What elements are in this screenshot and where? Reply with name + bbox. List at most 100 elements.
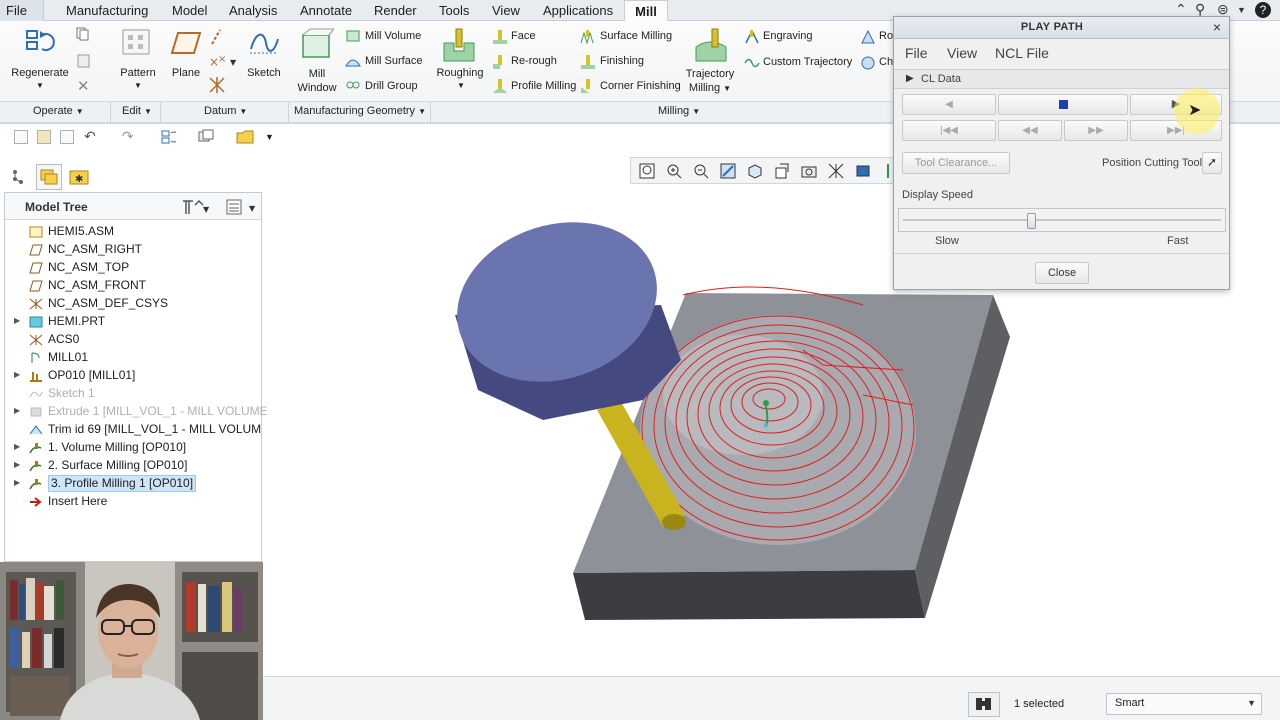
tab-model[interactable]: Model	[166, 0, 213, 21]
help-icon[interactable]: ?	[1255, 2, 1271, 18]
plane-button[interactable]: Plane	[164, 67, 208, 79]
refit-icon[interactable]	[639, 163, 655, 179]
close-button[interactable]: Close	[1035, 262, 1089, 284]
chevron-down-icon[interactable]: ▼	[1247, 698, 1256, 708]
ro-button[interactable]: Ro	[879, 30, 893, 42]
ro-icon[interactable]	[860, 29, 876, 48]
expand-arrow-icon[interactable]: ▶	[14, 402, 20, 420]
pattern-icon[interactable]	[121, 28, 151, 59]
play-backward-button[interactable]: ◀	[902, 94, 996, 115]
surface-milling-button[interactable]: Surface Milling	[600, 30, 672, 42]
mill-volume-button[interactable]: Mill Volume	[365, 30, 421, 42]
copy-icon[interactable]	[76, 27, 90, 44]
face-milling-icon[interactable]	[492, 29, 508, 48]
model-tree-tab[interactable]	[6, 164, 32, 190]
folder-browser-tab[interactable]	[36, 164, 62, 190]
surface-milling-icon[interactable]	[580, 29, 596, 48]
undo-icon[interactable]: ↶	[84, 128, 96, 145]
mill-window-icon[interactable]	[300, 27, 336, 66]
expand-arrow-icon[interactable]: ▶	[14, 456, 20, 474]
new-file-icon[interactable]	[14, 130, 28, 144]
drill-group-button[interactable]: Drill Group	[365, 80, 418, 92]
expand-arrow-icon[interactable]: ▶	[14, 312, 20, 330]
corner-finishing-icon[interactable]	[580, 78, 596, 97]
selection-filter-icon[interactable]	[968, 692, 1000, 717]
cl-data-section[interactable]: ▶ CL Data	[894, 69, 1229, 89]
windows-icon[interactable]	[198, 129, 214, 148]
tab-view[interactable]: View	[486, 0, 526, 21]
dialog-menu-file[interactable]: File	[905, 45, 928, 61]
dialog-menu-ncl-file[interactable]: NCL File	[995, 45, 1049, 61]
expand-arrow-icon[interactable]: ▶	[14, 474, 20, 492]
group-operate[interactable]: Operate ▼	[33, 105, 84, 117]
stop-button[interactable]	[998, 94, 1128, 115]
tree-display-icon[interactable]: ▼	[225, 198, 259, 219]
mill-volume-icon[interactable]	[345, 29, 361, 46]
step-forward-button[interactable]: ▶▶	[1064, 120, 1128, 141]
sketch-icon[interactable]	[248, 29, 280, 60]
paste-icon[interactable]	[76, 53, 92, 72]
re-rough-icon[interactable]	[492, 54, 508, 73]
finishing-button[interactable]: Finishing	[600, 55, 644, 67]
tab-mill[interactable]: Mill	[624, 0, 668, 22]
save-icon[interactable]	[60, 130, 74, 144]
selection-filter-dropdown[interactable]: Smart ▼	[1106, 693, 1262, 715]
drill-group-icon[interactable]	[345, 78, 361, 95]
ch-button[interactable]: Ch	[879, 56, 893, 68]
mill-window-button[interactable]: Mill Window	[292, 67, 342, 95]
finishing-icon[interactable]	[580, 54, 596, 73]
custom-trajectory-button[interactable]: Custom Trajectory	[763, 56, 852, 68]
step-backward-button[interactable]: ◀◀	[998, 120, 1062, 141]
mill-surface-icon[interactable]	[345, 54, 361, 71]
pattern-button[interactable]: Pattern	[110, 67, 166, 79]
chevron-down-icon[interactable]: ▼	[457, 81, 465, 90]
repaint-icon[interactable]	[720, 163, 736, 179]
display-style-icon[interactable]	[747, 163, 763, 179]
annotation-display-icon[interactable]	[855, 163, 871, 179]
rewind-to-start-button[interactable]: |◀◀	[902, 120, 996, 141]
open-folder-icon[interactable]	[37, 130, 51, 144]
plane-icon[interactable]	[170, 31, 202, 58]
tab-render[interactable]: Render	[368, 0, 423, 21]
trajectory-milling-icon[interactable]	[694, 27, 728, 66]
group-edit[interactable]: Edit ▼	[122, 105, 152, 117]
chevron-down-icon[interactable]: ▼	[265, 132, 274, 142]
expand-arrow-icon[interactable]: ▶	[14, 438, 20, 456]
datum-display-icon[interactable]	[828, 163, 844, 179]
tab-file[interactable]: File ▼	[0, 0, 44, 38]
favorites-tab[interactable]: ✱	[66, 164, 92, 190]
chevron-down-icon[interactable]: ▼	[1237, 5, 1246, 15]
profile-milling-icon[interactable]	[492, 78, 508, 97]
expand-arrow-icon[interactable]: ▶	[14, 366, 20, 384]
group-manufacturing-geometry[interactable]: Manufacturing Geometry ▼	[294, 105, 426, 117]
re-rough-button[interactable]: Re-rough	[511, 55, 557, 67]
chevron-down-icon[interactable]: ▼	[36, 81, 44, 90]
saved-orientations-icon[interactable]	[774, 163, 790, 179]
sketch-button[interactable]: Sketch	[240, 67, 288, 79]
group-datum[interactable]: Datum ▼	[204, 105, 247, 117]
trajectory-milling-button[interactable]: Trajectory Milling ▼	[680, 67, 740, 96]
tab-manufacturing[interactable]: Manufacturing	[60, 0, 154, 21]
point-icon[interactable]: × × ▼	[208, 53, 238, 74]
tool-clearance-button[interactable]: Tool Clearance...	[902, 152, 1010, 174]
delete-icon[interactable]: ✕	[77, 77, 90, 95]
view-manager-icon[interactable]	[801, 163, 817, 179]
chevron-down-icon[interactable]: ▼	[134, 81, 142, 90]
close-icon[interactable]: ×	[1213, 19, 1221, 35]
pointer-icon[interactable]: ➚	[1202, 152, 1222, 174]
profile-milling-button[interactable]: Profile Milling	[511, 80, 576, 92]
face-button[interactable]: Face	[511, 30, 535, 42]
ch-icon[interactable]	[860, 55, 876, 74]
regenerate-icon[interactable]	[24, 27, 56, 57]
tab-tools[interactable]: Tools	[433, 0, 475, 21]
axis-icon[interactable]	[208, 28, 224, 49]
engraving-icon[interactable]	[744, 29, 760, 48]
tab-applications[interactable]: Applications	[537, 0, 619, 21]
zoom-in-icon[interactable]	[666, 163, 682, 179]
tab-annotate[interactable]: Annotate	[294, 0, 358, 21]
zoom-out-icon[interactable]	[693, 163, 709, 179]
roughing-button[interactable]: Roughing	[434, 67, 486, 79]
engraving-button[interactable]: Engraving	[763, 30, 813, 42]
roughing-icon[interactable]	[442, 27, 476, 66]
corner-finishing-button[interactable]: Corner Finishing	[600, 80, 681, 92]
